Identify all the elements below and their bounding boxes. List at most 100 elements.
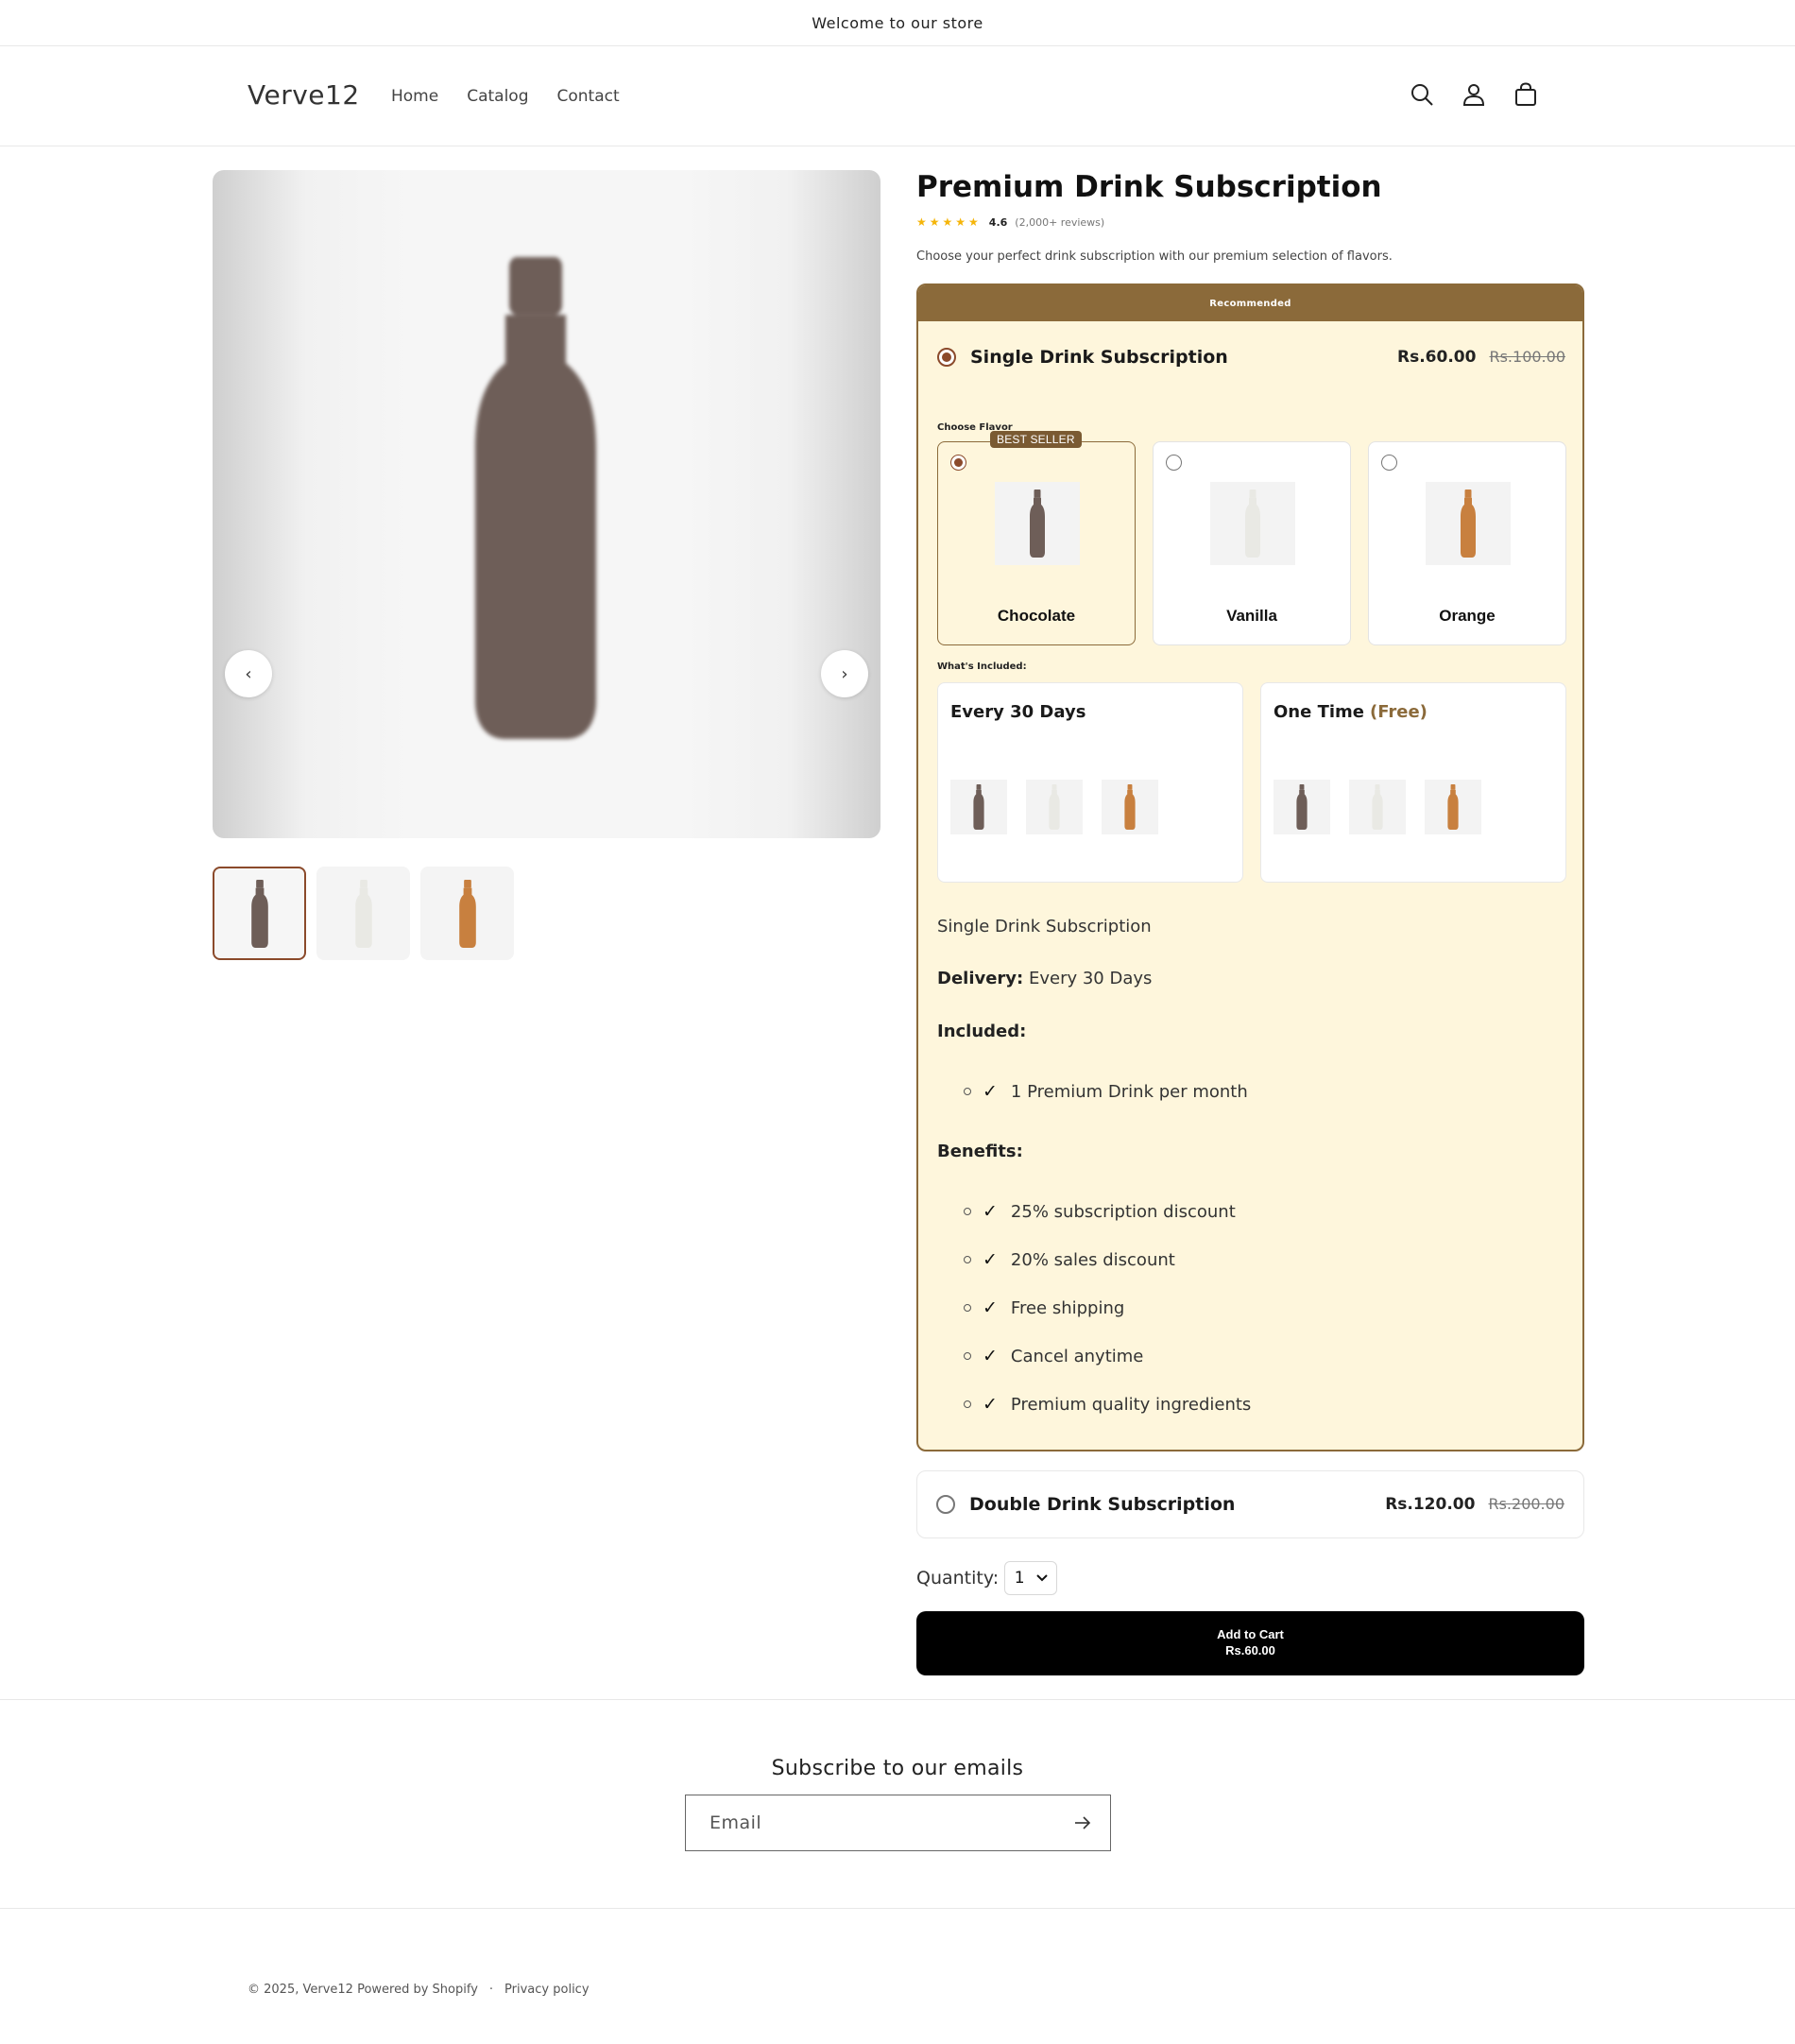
rating-value: 4.6	[988, 215, 1008, 229]
included-title-text: One Time	[1274, 702, 1365, 722]
flavor-radio-chocolate[interactable]	[950, 455, 966, 471]
thumbnail-chocolate[interactable]	[213, 867, 306, 960]
mini-bottle-orange	[1425, 780, 1481, 834]
benefit-item: ✓ 25% subscription discount	[964, 1201, 1236, 1222]
offer-single-subscription[interactable]: Recommended Single Drink Subscription Rs…	[916, 283, 1584, 1451]
bullet-icon	[964, 1208, 971, 1215]
product-rating: ★★★★★ 4.6 (2,000+ reviews)	[916, 215, 1104, 229]
check-icon: ✓	[983, 1346, 998, 1366]
bullet-icon	[964, 1088, 971, 1095]
flavor-options: BEST SELLER Chocolate Vanilla Orange	[937, 431, 1566, 645]
offer-price: Rs.60.00	[1397, 348, 1477, 367]
mini-bottle-chocolate	[1274, 780, 1330, 834]
search-icon[interactable]	[1408, 80, 1436, 109]
delivery-label: Delivery:	[937, 969, 1024, 988]
email-placeholder: Email	[709, 1812, 762, 1833]
thumbnail-vanilla[interactable]	[316, 867, 410, 960]
mini-bottle-chocolate	[950, 780, 1007, 834]
chevron-down-icon	[1035, 1574, 1048, 1582]
best-seller-badge: BEST SELLER	[990, 431, 1082, 448]
main-nav: Home Catalog Contact	[391, 87, 620, 106]
nav-home[interactable]: Home	[391, 87, 438, 106]
benefit-item: ✓ Cancel anytime	[964, 1346, 1143, 1366]
flavor-option-vanilla[interactable]: Vanilla	[1153, 441, 1351, 645]
main-product-image: ‹ ›	[213, 170, 880, 838]
check-icon: ✓	[983, 1081, 998, 1102]
offer-name: Double Drink Subscription	[969, 1494, 1236, 1515]
announcement-bar: Welcome to our store	[0, 0, 1795, 46]
cart-icon[interactable]	[1512, 80, 1540, 109]
flavor-name: Chocolate	[997, 607, 1076, 625]
benefits-heading: Benefits:	[937, 1142, 1023, 1161]
included-heading: Included:	[937, 1022, 1026, 1041]
offer-compare-price: Rs.100.00	[1489, 348, 1565, 366]
flavor-option-orange[interactable]: Orange	[1368, 441, 1566, 645]
included-label: Included:	[937, 1022, 1027, 1041]
flavor-radio-vanilla[interactable]	[1166, 455, 1182, 471]
benefit-text: 20% sales discount	[1010, 1249, 1175, 1270]
thumbnail-strip	[213, 867, 514, 960]
quantity-select[interactable]: 1	[1004, 1561, 1058, 1595]
included-card-title: One Time (Free)	[1274, 702, 1427, 722]
offer-radio-single[interactable]	[937, 348, 956, 367]
announcement-text: Welcome to our store	[812, 13, 983, 32]
thumbnail-orange[interactable]	[420, 867, 514, 960]
previous-image-button[interactable]: ‹	[225, 650, 272, 697]
plan-name: Single Drink Subscription	[937, 917, 1152, 936]
included-item-text: 1 Premium Drink per month	[1010, 1081, 1248, 1102]
benefit-item: ✓ Premium quality ingredients	[964, 1394, 1251, 1415]
newsletter-title: Subscribe to our emails	[771, 1757, 1024, 1780]
bullet-icon	[964, 1304, 971, 1312]
offer-price-box: Rs.60.00 Rs.100.00	[1397, 348, 1565, 367]
footer-separator: ·	[488, 1983, 494, 1997]
add-to-cart-button[interactable]: Add to Cart Rs.60.00	[916, 1611, 1584, 1675]
flavor-option-chocolate[interactable]: BEST SELLER Chocolate	[937, 431, 1136, 645]
delivery-line: Delivery: Every 30 Days	[937, 969, 1152, 988]
bullet-icon	[964, 1352, 971, 1360]
benefit-text: Free shipping	[1010, 1297, 1125, 1318]
whats-included-label: What's Included:	[937, 661, 1027, 672]
flavor-name: Vanilla	[1226, 607, 1277, 625]
check-icon: ✓	[983, 1201, 998, 1222]
included-bottles	[950, 780, 1158, 834]
delivery-value: Every 30 Days	[1028, 969, 1153, 988]
included-bottles	[1274, 780, 1481, 834]
newsletter-section: Subscribe to our emails Email	[0, 1699, 1795, 1909]
bullet-icon	[964, 1256, 971, 1263]
site-header: Verve12 Home Catalog Contact	[0, 46, 1795, 146]
arrow-right-icon[interactable]	[1072, 1812, 1093, 1838]
mini-bottle-vanilla	[1026, 780, 1083, 834]
flavor-radio-orange[interactable]	[1381, 455, 1397, 471]
flavor-image-chocolate	[995, 482, 1080, 565]
included-card-every-30-days: Every 30 Days	[937, 682, 1243, 883]
check-icon: ✓	[983, 1297, 998, 1318]
flavor-name: Orange	[1439, 607, 1496, 625]
email-input[interactable]: Email	[685, 1795, 1111, 1851]
free-label: (Free)	[1370, 702, 1427, 722]
offer-radio-double[interactable]	[936, 1495, 955, 1514]
recommended-ribbon: Recommended	[918, 285, 1582, 321]
next-image-button[interactable]: ›	[821, 650, 868, 697]
add-to-cart-price: Rs.60.00	[1225, 1643, 1275, 1658]
benefit-text: Premium quality ingredients	[1010, 1394, 1252, 1415]
offer-double-subscription[interactable]: Double Drink Subscription Rs.120.00 Rs.2…	[916, 1470, 1584, 1538]
privacy-policy-link[interactable]: Privacy policy	[504, 1983, 589, 1997]
offer-header: Single Drink Subscription Rs.60.00 Rs.10…	[937, 347, 1565, 368]
nav-contact[interactable]: Contact	[557, 87, 620, 106]
nav-catalog[interactable]: Catalog	[467, 87, 528, 106]
footer: © 2025, Verve12 Powered by Shopify · Pri…	[248, 1983, 590, 1997]
product-description: Choose your perfect drink subscription w…	[916, 249, 1393, 264]
offer-price-box: Rs.120.00 Rs.200.00	[1385, 1495, 1564, 1514]
benefit-text: 25% subscription discount	[1010, 1201, 1236, 1222]
review-count: (2,000+ reviews)	[1015, 215, 1105, 229]
benefit-item: ✓ 20% sales discount	[964, 1249, 1175, 1270]
check-icon: ✓	[983, 1249, 998, 1270]
account-icon[interactable]	[1460, 80, 1488, 109]
quantity-label: Quantity:	[916, 1568, 1000, 1589]
offer-name: Single Drink Subscription	[970, 347, 1228, 368]
benefit-text: Cancel anytime	[1010, 1346, 1144, 1366]
store-logo[interactable]: Verve12	[248, 79, 360, 111]
bullet-icon	[964, 1400, 971, 1408]
quantity-value: 1	[1014, 1569, 1025, 1588]
offer-price: Rs.120.00	[1385, 1495, 1476, 1514]
